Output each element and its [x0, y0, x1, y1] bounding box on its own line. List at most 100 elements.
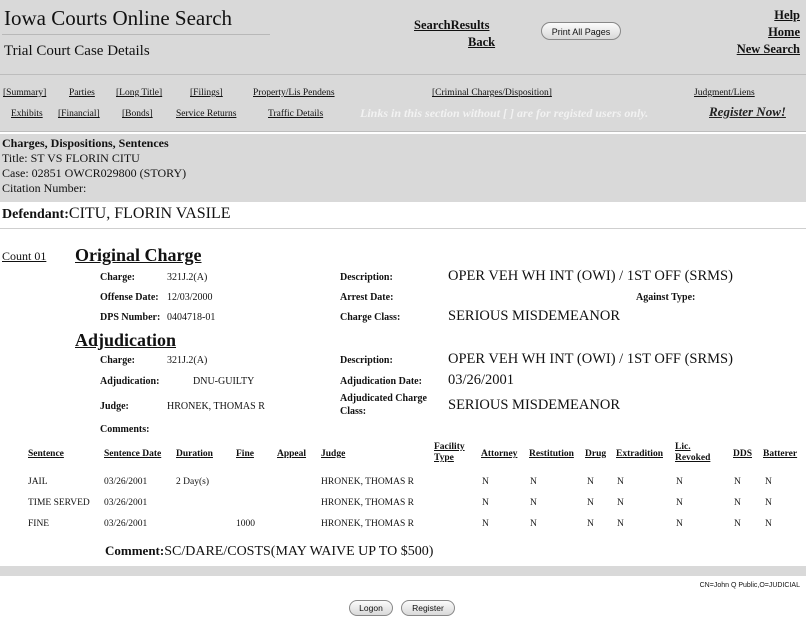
register-button[interactable]: Register: [401, 600, 455, 616]
defendant-name: CITU, FLORIN VASILE: [68, 205, 231, 222]
case-number: Case: 02851 OWCR029800 (STORY): [2, 166, 187, 180]
description-value: OPER VEH WH INT (OWI) / 1ST OFF (SRMS): [448, 268, 733, 284]
cell-restitution: N: [530, 498, 537, 508]
citation-number: Citation Number:: [2, 181, 87, 195]
cell-duration: 2 Day(s): [176, 477, 209, 487]
original-charge-title: Original Charge: [75, 245, 202, 265]
nav-filings[interactable]: [Filings]: [190, 88, 223, 98]
col-extradition: Extradition: [616, 449, 663, 459]
col-lic-line1: Lic.: [675, 442, 691, 452]
adjudication-value: DNU-GUILTY: [193, 376, 255, 387]
nav-service-returns[interactable]: Service Returns: [176, 109, 236, 119]
logon-button[interactable]: Logon: [349, 600, 393, 616]
col-attorney: Attorney: [481, 449, 518, 459]
nav-criminal-charges[interactable]: [Criminal Charges/Disposition]: [432, 88, 552, 98]
cell-attorney: N: [482, 498, 489, 508]
cell-restitution: N: [530, 477, 537, 487]
certificate-info: CN=John Q Public,O=JUDICIAL: [699, 582, 800, 589]
cell-lic-revoked: N: [676, 477, 683, 487]
charge-value: 321J.2(A): [167, 272, 208, 283]
page-header: Iowa Courts Online Search Trial Court Ca…: [0, 0, 806, 75]
cell-batterer: N: [765, 519, 772, 529]
col-sentence: Sentence: [28, 449, 64, 459]
new-search-link[interactable]: New Search: [737, 42, 800, 57]
help-link[interactable]: Help: [774, 8, 800, 23]
judge-label: Judge:: [100, 401, 129, 412]
home-link[interactable]: Home: [768, 25, 800, 40]
cell-restitution: N: [530, 519, 537, 529]
cell-extradition: N: [617, 498, 624, 508]
page-subtitle: Trial Court Case Details: [4, 43, 150, 59]
adj-charge-value: 321J.2(A): [167, 355, 208, 366]
comment-label: Comment:: [105, 543, 165, 558]
register-now-link[interactable]: Register Now!: [709, 104, 786, 120]
offense-date-label: Offense Date:: [100, 292, 159, 303]
cell-drug: N: [587, 519, 594, 529]
cell-dds: N: [734, 519, 741, 529]
col-dds: DDS: [733, 449, 753, 459]
col-restitution: Restitution: [529, 449, 574, 459]
defendant-label: Defendant:: [2, 207, 69, 222]
adjudication-title: Adjudication: [75, 330, 177, 350]
header-divider: [2, 34, 270, 35]
cell-drug: N: [587, 477, 594, 487]
nav-exhibits[interactable]: Exhibits: [11, 109, 43, 119]
section-nav: [Summary] Parties [Long Title] [Filings]…: [0, 75, 806, 132]
cell-dds: N: [734, 477, 741, 487]
against-type-label: Against Type:: [636, 292, 696, 303]
nav-financial[interactable]: [Financial]: [58, 109, 100, 119]
col-lic-revoked: Lic. Revoked: [675, 442, 710, 464]
comments-label: Comments:: [100, 424, 150, 435]
cell-date: 03/26/2001: [104, 477, 148, 487]
cell-sentence: FINE: [28, 519, 50, 529]
adj-description-label: Description:: [340, 355, 393, 366]
col-facility-line1: Facility: [434, 442, 465, 452]
nav-parties[interactable]: Parties: [69, 88, 95, 98]
back-link[interactable]: Back: [468, 35, 495, 50]
search-results-link[interactable]: SearchResults: [414, 18, 489, 33]
count-link[interactable]: Count 01: [2, 249, 46, 264]
nav-bonds[interactable]: [Bonds]: [122, 109, 153, 119]
col-facility-type: Facility Type: [434, 442, 465, 464]
nav-long-title[interactable]: [Long Title]: [116, 88, 162, 98]
col-judge: Judge: [321, 449, 346, 459]
dps-number-value: 0404718-01: [167, 312, 216, 323]
app-title: Iowa Courts Online Search: [4, 6, 233, 30]
col-batterer: Batterer: [763, 449, 798, 459]
nav-traffic-details[interactable]: Traffic Details: [268, 109, 323, 119]
cell-attorney: N: [482, 519, 489, 529]
footer-bar: [0, 566, 806, 576]
col-lic-line2: Revoked: [675, 453, 711, 463]
cell-fine: 1000: [236, 519, 255, 529]
charge-label: Charge:: [100, 272, 135, 283]
cell-sentence: TIME SERVED: [28, 498, 90, 508]
adjudicated-class-label: Adjudicated Charge: [340, 393, 427, 404]
case-summary: Charges, Dispositions, Sentences Title: …: [0, 134, 806, 202]
nav-summary[interactable]: [Summary]: [3, 88, 46, 98]
cell-judge: HRONEK, THOMAS R: [321, 519, 414, 529]
cell-extradition: N: [617, 519, 624, 529]
registered-users-note: Links in this section without [ ] are fo…: [360, 106, 649, 120]
cell-judge: HRONEK, THOMAS R: [321, 498, 414, 508]
col-duration: Duration: [176, 449, 213, 459]
nav-judgment-liens[interactable]: Judgment/Liens: [694, 88, 755, 98]
adj-charge-label: Charge:: [100, 355, 135, 366]
adjudication-label: Adjudication:: [100, 376, 160, 387]
cell-date: 03/26/2001: [104, 498, 148, 508]
cell-batterer: N: [765, 498, 772, 508]
col-sentence-date: Sentence Date: [104, 449, 162, 459]
defendant-row: Defendant:CITU, FLORIN VASILE: [2, 205, 231, 223]
offense-date-value: 12/03/2000: [167, 292, 213, 303]
cell-drug: N: [587, 498, 594, 508]
col-fine: Fine: [236, 449, 254, 459]
charge-class-label: Charge Class:: [340, 312, 401, 323]
print-all-pages-button[interactable]: Print All Pages: [541, 22, 621, 40]
cell-sentence: JAIL: [28, 477, 48, 487]
arrest-date-label: Arrest Date:: [340, 292, 394, 303]
comment-value: SC/DARE/COSTS(MAY WAIVE UP TO $500): [164, 544, 434, 559]
section-heading: Charges, Dispositions, Sentences: [2, 136, 169, 150]
nav-property[interactable]: Property/Lis Pendens: [253, 88, 335, 98]
case-title: Title: ST VS FLORIN CITU: [2, 151, 140, 165]
cell-extradition: N: [617, 477, 624, 487]
cell-lic-revoked: N: [676, 498, 683, 508]
